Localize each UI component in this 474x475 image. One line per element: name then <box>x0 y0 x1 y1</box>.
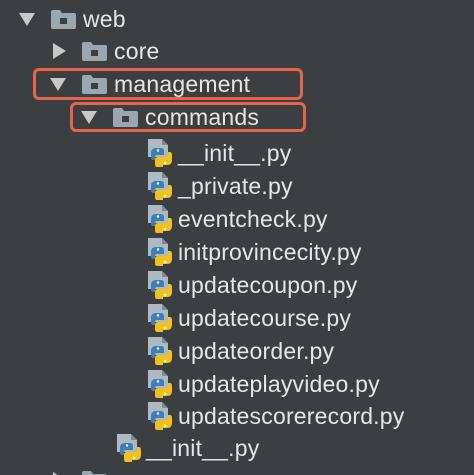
file-label: updatecourse.py <box>178 305 352 331</box>
tree-file-updatecourse[interactable]: updatecourse.py <box>0 302 474 335</box>
tree-file-initprovincecity[interactable]: initprovincecity.py <box>0 236 474 269</box>
tree-node-label: web <box>83 6 126 32</box>
highlight-outline-commands <box>70 102 306 132</box>
tree-file-eventcheck[interactable]: eventcheck.py <box>0 203 474 236</box>
tree-file-updateorder[interactable]: updateorder.py <box>0 335 474 368</box>
chevron-right-icon[interactable] <box>53 43 66 59</box>
python-file-icon <box>146 402 172 430</box>
tree-node-label: core <box>114 38 160 64</box>
file-label: updatescorerecord.py <box>178 403 405 429</box>
folder-icon <box>82 471 107 475</box>
python-file-icon <box>115 434 141 462</box>
python-file-icon <box>146 337 172 365</box>
file-label: __init__.py <box>178 140 292 166</box>
tree-file-updatescorerecord[interactable]: updatescorerecord.py <box>0 400 474 433</box>
tree-node-web[interactable]: web <box>0 3 474 36</box>
folder-icon <box>51 10 76 29</box>
file-label: _private.py <box>178 173 293 199</box>
file-label: updateorder.py <box>178 338 335 364</box>
python-file-icon <box>146 370 172 398</box>
chevron-down-icon[interactable] <box>19 13 35 26</box>
python-file-icon <box>146 172 172 200</box>
python-file-icon <box>146 238 172 266</box>
tree-node-core[interactable]: core <box>0 35 474 68</box>
tree-file-updateplayvideo[interactable]: updateplayvideo.py <box>0 368 474 401</box>
tree-file-private[interactable]: _private.py <box>0 170 474 203</box>
tree-file-updatecoupon[interactable]: updatecoupon.py <box>0 269 474 302</box>
folder-icon <box>82 42 107 61</box>
python-file-icon <box>146 205 172 233</box>
file-label: eventcheck.py <box>178 206 328 232</box>
highlight-outline-management <box>33 68 303 100</box>
tree-file-management-init[interactable]: __init__.py <box>0 432 474 465</box>
file-label: updatecoupon.py <box>178 272 358 298</box>
python-file-icon <box>146 139 172 167</box>
tree-file-init[interactable]: __init__.py <box>0 137 474 170</box>
python-file-icon <box>146 304 172 332</box>
project-tree: web core management commands __init__.py… <box>0 0 474 475</box>
tree-node-partial <box>0 466 474 475</box>
python-file-icon <box>146 271 172 299</box>
file-label: __init__.py <box>146 435 260 461</box>
file-label: updateplayvideo.py <box>178 371 380 397</box>
file-label: initprovincecity.py <box>178 239 362 265</box>
